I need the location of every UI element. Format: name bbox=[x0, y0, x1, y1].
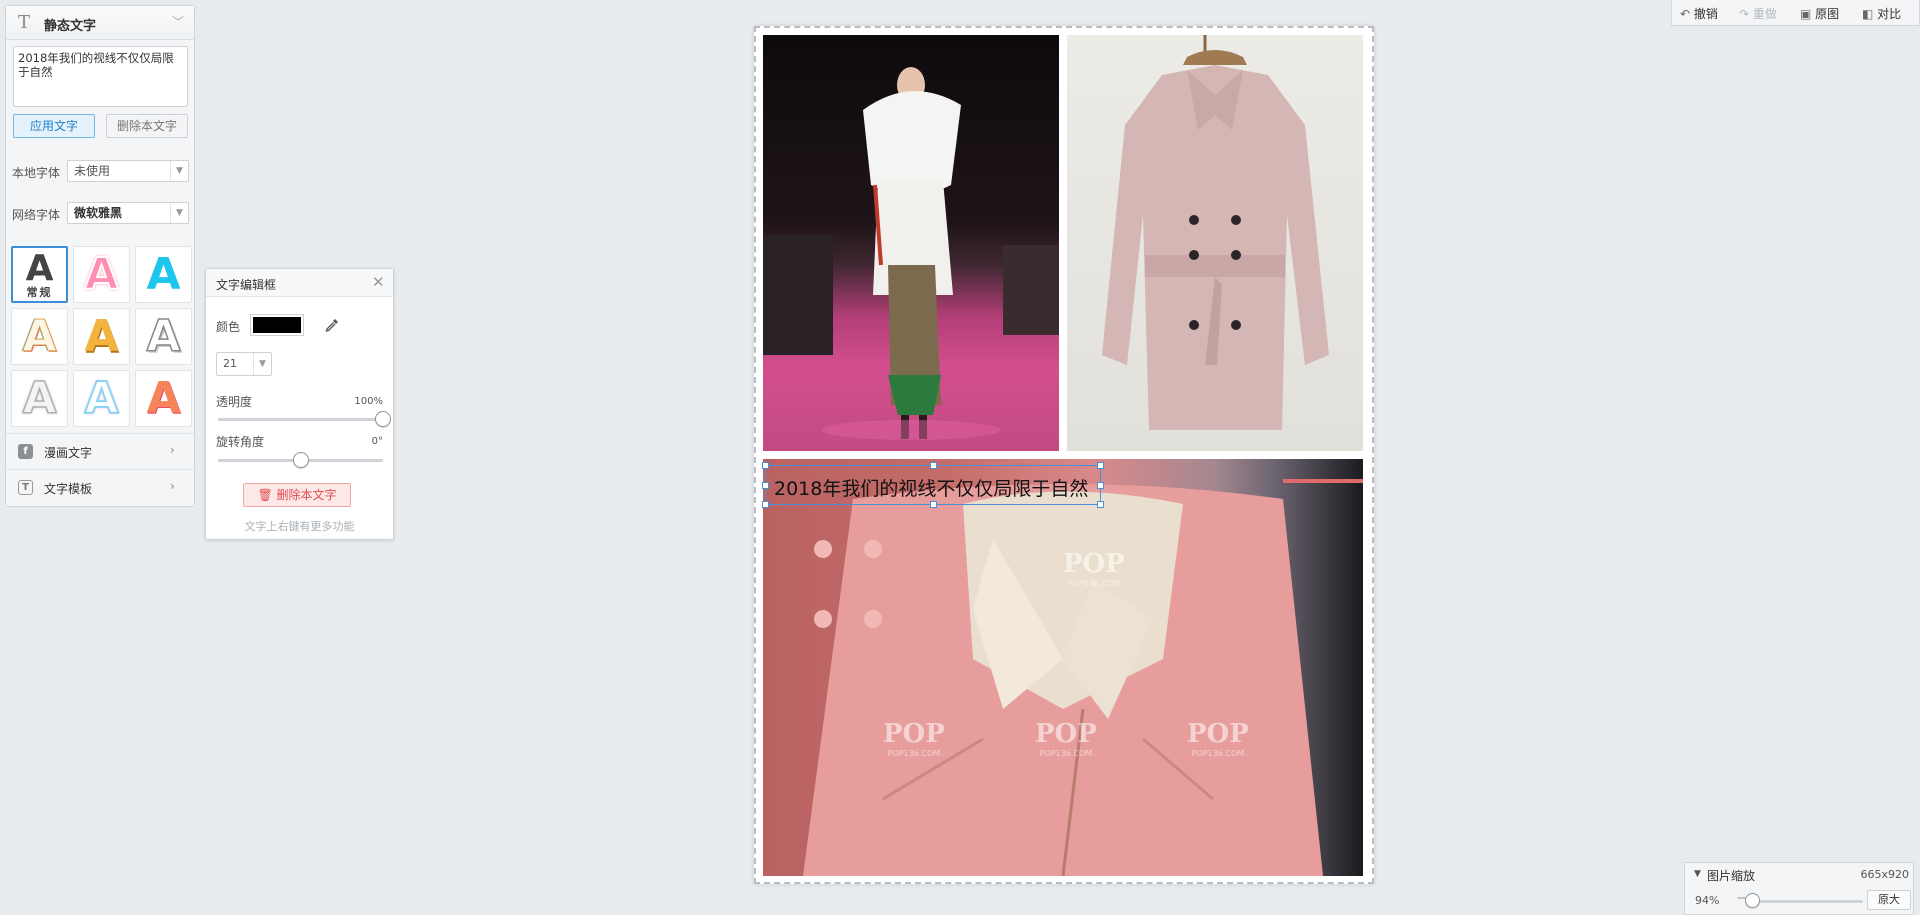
resize-handle[interactable] bbox=[762, 462, 769, 469]
web-font-value: 微软雅黑 bbox=[74, 206, 123, 220]
original-size-button[interactable]: 原大 bbox=[1867, 890, 1911, 910]
color-swatch[interactable] bbox=[250, 314, 304, 336]
style-silver[interactable]: A bbox=[11, 370, 68, 427]
photo-trench-coat[interactable] bbox=[1067, 35, 1363, 451]
style-orange-gradient[interactable]: A bbox=[135, 370, 192, 427]
close-icon[interactable]: ✕ bbox=[372, 273, 385, 291]
local-font-value: 未使用 bbox=[74, 164, 111, 178]
chevron-right-icon: › bbox=[170, 443, 175, 457]
chevron-right-icon: › bbox=[170, 479, 175, 493]
zoom-panel-title: 图片缩放 bbox=[1707, 869, 1756, 883]
resize-handle[interactable] bbox=[762, 482, 769, 489]
dialog-header[interactable]: 文字编辑框 ✕ bbox=[206, 269, 393, 297]
text-template-menu[interactable]: T 文字模板 › bbox=[6, 469, 194, 505]
style-cyan[interactable]: A bbox=[135, 246, 192, 303]
static-text-panel: T 静态文字 ﹀ 2018年我们的视线不仅仅局限于自然 应用文字 删除本文字 本… bbox=[5, 5, 195, 507]
panel-title: 静态文字 bbox=[44, 19, 97, 34]
dropdown-arrow-icon[interactable]: ▼ bbox=[170, 161, 188, 181]
resize-handle[interactable] bbox=[762, 501, 769, 508]
color-fill bbox=[253, 317, 301, 333]
dialog-delete-text-button[interactable]: 🗑 删除本文字 bbox=[243, 483, 351, 507]
opacity-slider-track[interactable] bbox=[218, 418, 383, 421]
zoom-slider-thumb[interactable] bbox=[1745, 893, 1761, 908]
dialog-delete-label: 删除本文字 bbox=[276, 488, 337, 502]
top-toolbar: ↶ 撤销 ↷ 重做 ▣ 原图 ◧ 对比 bbox=[1671, 0, 1920, 26]
text-content-input[interactable]: 2018年我们的视线不仅仅局限于自然 bbox=[13, 46, 188, 107]
template-icon: T bbox=[18, 480, 33, 495]
compare-icon: ◧ bbox=[1862, 7, 1874, 21]
apply-text-button[interactable]: 应用文字 bbox=[13, 114, 95, 138]
dialog-title: 文字编辑框 bbox=[216, 278, 277, 292]
font-size-select[interactable]: 21 ▼ bbox=[216, 352, 272, 376]
collapse-arrow-icon[interactable]: ▼ bbox=[1694, 869, 1701, 879]
redo-icon: ↷ bbox=[1739, 7, 1750, 21]
resize-handle[interactable] bbox=[1097, 462, 1104, 469]
eyedropper-icon[interactable] bbox=[324, 317, 340, 333]
watermark: POP POP136.COM bbox=[1063, 549, 1125, 588]
original-image-icon: ▣ bbox=[1800, 7, 1812, 21]
trash-icon: 🗑 bbox=[257, 488, 273, 502]
pink-jacket-illustration bbox=[803, 479, 1363, 876]
text-type-icon: T bbox=[18, 12, 31, 33]
dropdown-arrow-icon[interactable]: ▼ bbox=[253, 353, 271, 375]
resize-handle[interactable] bbox=[930, 501, 937, 508]
watermark: POP POP136.COM bbox=[1187, 719, 1249, 758]
style-confetti[interactable]: A bbox=[11, 308, 68, 365]
photo-pink-jacket[interactable]: POP POP136.COM POP POP136.COM POP POP136… bbox=[763, 459, 1363, 876]
comic-text-menu[interactable]: f 漫画文字 › bbox=[6, 433, 194, 469]
text-edit-dialog: 文字编辑框 ✕ 颜色 21 ▼ 透明度 100% 旋转角度 0° 🗑 删除本文字… bbox=[205, 268, 394, 540]
color-label: 颜色 bbox=[216, 320, 241, 334]
style-pink-outline[interactable]: A bbox=[73, 246, 130, 303]
chevron-down-icon[interactable]: ﹀ bbox=[172, 13, 184, 30]
redo-button[interactable]: ↷ 重做 bbox=[1739, 5, 1777, 22]
trench-coat-illustration bbox=[1102, 35, 1329, 430]
opacity-label: 透明度 bbox=[216, 395, 253, 409]
text-style-grid: A 常规 A A A A A A A A bbox=[11, 246, 193, 432]
watermark: POP POP136.COM bbox=[883, 719, 945, 758]
image-zoom-panel: ▼ 图片缩放 665x920 94% − + 原大 bbox=[1684, 862, 1914, 915]
local-font-select[interactable]: 未使用 ▼ bbox=[67, 160, 189, 182]
rotation-slider-thumb[interactable] bbox=[292, 452, 309, 468]
style-normal[interactable]: A 常规 bbox=[11, 246, 68, 303]
undo-label: 撤销 bbox=[1693, 7, 1718, 21]
comic-text-label: 漫画文字 bbox=[44, 446, 93, 460]
text-overlay-selection[interactable]: 2018年我们的视线不仅仅局限于自然 bbox=[762, 462, 1104, 508]
resize-handle[interactable] bbox=[1097, 482, 1104, 489]
opacity-slider-thumb[interactable] bbox=[375, 411, 391, 427]
text-template-label: 文字模板 bbox=[44, 482, 93, 496]
compare-label: 对比 bbox=[1877, 7, 1902, 21]
zoom-slider-track[interactable] bbox=[1747, 900, 1863, 903]
local-font-label: 本地字体 bbox=[12, 166, 61, 180]
right-click-hint: 文字上右键有更多功能 bbox=[244, 520, 355, 533]
style-white-outline[interactable]: A bbox=[135, 308, 192, 365]
image-dimensions: 665x920 bbox=[1860, 868, 1909, 881]
delete-text-button[interactable]: 删除本文字 bbox=[106, 114, 188, 138]
style-rainbow[interactable]: A bbox=[73, 370, 130, 427]
compare-button[interactable]: ◧ 对比 bbox=[1862, 5, 1901, 22]
style-gold[interactable]: A bbox=[73, 308, 130, 365]
rotation-label: 旋转角度 bbox=[216, 435, 265, 449]
panel-header[interactable]: T 静态文字 ﹀ bbox=[6, 6, 194, 40]
undo-icon: ↶ bbox=[1680, 7, 1691, 21]
rotation-value: 0° bbox=[371, 436, 383, 447]
overlay-text[interactable]: 2018年我们的视线不仅仅局限于自然 bbox=[774, 474, 1088, 501]
resize-handle[interactable] bbox=[1097, 501, 1104, 508]
web-font-label: 网络字体 bbox=[12, 208, 61, 222]
comic-bubble-icon: f bbox=[18, 444, 33, 459]
photo-runway[interactable] bbox=[763, 35, 1059, 451]
style-normal-label: 常规 bbox=[26, 285, 53, 299]
undo-button[interactable]: ↶ 撤销 bbox=[1680, 5, 1718, 22]
opacity-value: 100% bbox=[354, 396, 383, 407]
watermark: POP POP136.COM bbox=[1035, 719, 1097, 758]
zoom-percent: 94% bbox=[1695, 894, 1720, 907]
resize-handle[interactable] bbox=[930, 462, 937, 469]
web-font-select[interactable]: 微软雅黑 ▼ bbox=[67, 202, 189, 224]
collage-canvas: POP POP136.COM POP POP136.COM POP POP136… bbox=[754, 26, 1374, 884]
font-size-value: 21 bbox=[223, 357, 237, 370]
original-label: 原图 bbox=[1815, 7, 1840, 21]
redo-label: 重做 bbox=[1752, 7, 1777, 21]
original-button[interactable]: ▣ 原图 bbox=[1800, 5, 1839, 22]
runway-model-illustration bbox=[763, 67, 1059, 440]
dropdown-arrow-icon[interactable]: ▼ bbox=[170, 203, 188, 223]
